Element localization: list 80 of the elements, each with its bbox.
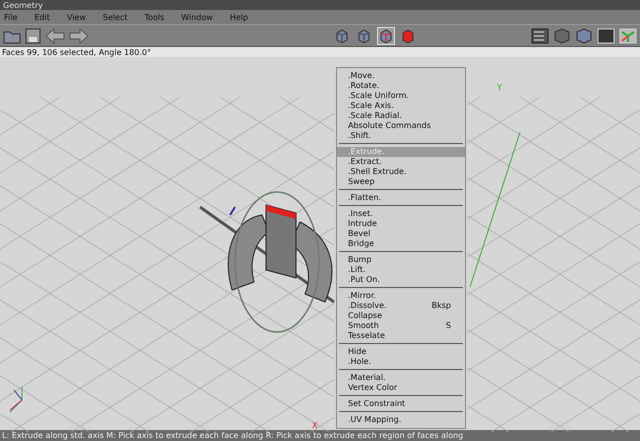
menu-item[interactable]: Select: [102, 12, 128, 22]
menu-item[interactable]: .Lift.: [337, 265, 465, 275]
outliner-icon[interactable]: [531, 28, 549, 44]
menu-item[interactable]: Vertex Color: [337, 383, 465, 393]
menu-item-label: .UV Mapping.: [348, 415, 402, 425]
menu-item[interactable]: Bevel: [337, 229, 465, 239]
menu-item[interactable]: View: [66, 12, 86, 22]
menu-item[interactable]: .Material.: [337, 373, 465, 383]
menu-item-label: Vertex Color: [348, 383, 398, 393]
menu-item-label: .Inset.: [348, 209, 373, 219]
menu-item[interactable]: Set Constraint: [337, 399, 465, 409]
menu-item-label: Sweep: [348, 177, 375, 187]
menu-item-label: .Mirror.: [348, 291, 376, 301]
menu-item-label: .Scale Radial.: [348, 111, 402, 121]
menu-item[interactable]: .Scale Uniform.: [337, 91, 465, 101]
menu-item-label: Absolute Commands: [348, 121, 431, 131]
menu-item[interactable]: Tools: [144, 12, 164, 22]
menu-item-label: Intrude: [348, 219, 377, 229]
menu-item-label: .Shift.: [348, 131, 372, 141]
menu-item-label: .Extrude.: [348, 147, 384, 157]
menu-item[interactable]: Bridge: [337, 239, 465, 249]
menu-item[interactable]: Help: [230, 12, 248, 22]
menu-item[interactable]: Edit: [34, 12, 50, 22]
forward-arrow-icon[interactable]: [69, 28, 89, 44]
menu-item[interactable]: Hide: [337, 347, 465, 357]
save-icon[interactable]: [25, 28, 41, 44]
menu-item-label: Tesselate: [348, 331, 385, 341]
menu-item[interactable]: .Extract.: [337, 157, 465, 167]
menu-item[interactable]: Smooth S: [337, 321, 465, 331]
shortcut-label: Bksp: [432, 301, 451, 311]
menu-item[interactable]: .Scale Radial.: [337, 111, 465, 121]
menu-item-label: Hide: [348, 347, 366, 357]
menu-item[interactable]: Window: [181, 12, 213, 22]
x-axis-label: X: [312, 421, 318, 430]
menu-item[interactable]: .Shell Extrude.: [337, 167, 465, 177]
menu-item-label: Bridge: [348, 239, 374, 249]
menu-item-label: .Hole.: [348, 357, 372, 367]
shortcut-label: S: [446, 321, 451, 331]
menu-item-label: .Extract.: [348, 157, 382, 167]
shaded-view-icon[interactable]: [597, 28, 615, 44]
menu-item[interactable]: .Flatten.: [337, 193, 465, 203]
menu-item-label: Collapse: [348, 311, 382, 321]
menu-item-label: .Flatten.: [348, 193, 382, 203]
menu-item[interactable]: .Hole.: [337, 357, 465, 367]
menu-item-label: .Material.: [348, 373, 386, 383]
menu-item[interactable]: .Shift.: [337, 131, 465, 141]
menu-item-label: Set Constraint: [348, 399, 406, 409]
window-title: Geometry: [3, 0, 43, 10]
menu-item[interactable]: .Put On.: [337, 275, 465, 285]
menu-item[interactable]: Sweep: [337, 177, 465, 187]
menu-item[interactable]: .Rotate.: [337, 81, 465, 91]
menu-item[interactable]: .Inset.: [337, 209, 465, 219]
select-mode-button[interactable]: [377, 26, 395, 44]
menu-item-label: .Lift.: [348, 265, 366, 275]
menu-item-label: .Scale Axis.: [348, 101, 394, 111]
menu-item-label: .Rotate.: [348, 81, 380, 91]
menu-item-label: Bevel: [348, 229, 370, 239]
menu-item-label: .Move.: [348, 71, 375, 81]
status-text: L: Extrude along std. axis M: Pick axis to extrude each face along R: Pick axis to extrude each region of faces along: [2, 431, 464, 440]
menu-item-label: .Shell Extrude.: [348, 167, 406, 177]
menu-item[interactable]: .Move.: [337, 71, 465, 81]
y-axis-label: Y: [497, 83, 502, 92]
menu-item-label: .Scale Uniform.: [348, 91, 409, 101]
menu-item-label: Bump: [348, 255, 372, 265]
menu-item[interactable]: File: [4, 12, 18, 22]
selection-info: Faces 99, 106 selected, Angle 180.0°: [2, 48, 151, 56]
menu-item-label: .Put On.: [348, 275, 380, 285]
axis-triad-icon: [10, 386, 22, 412]
menu-item[interactable]: Intrude: [337, 219, 465, 229]
menu-item[interactable]: Collapse: [337, 311, 465, 321]
menu-item[interactable]: .Mirror.: [337, 291, 465, 301]
menu-item[interactable]: .Dissolve. Bksp: [337, 301, 465, 311]
menu-item-label: .Dissolve.: [348, 301, 387, 311]
menu-item[interactable]: .UV Mapping.: [337, 415, 465, 425]
menu-item-label: Smooth: [348, 321, 379, 331]
menu-item[interactable]: Tesselate: [337, 331, 465, 341]
menu-item[interactable]: Bump: [337, 255, 465, 265]
menu-item[interactable]: Absolute Commands: [337, 121, 465, 131]
cube-icon[interactable]: [575, 28, 593, 44]
menu-item[interactable]: .Scale Axis.: [337, 101, 465, 111]
